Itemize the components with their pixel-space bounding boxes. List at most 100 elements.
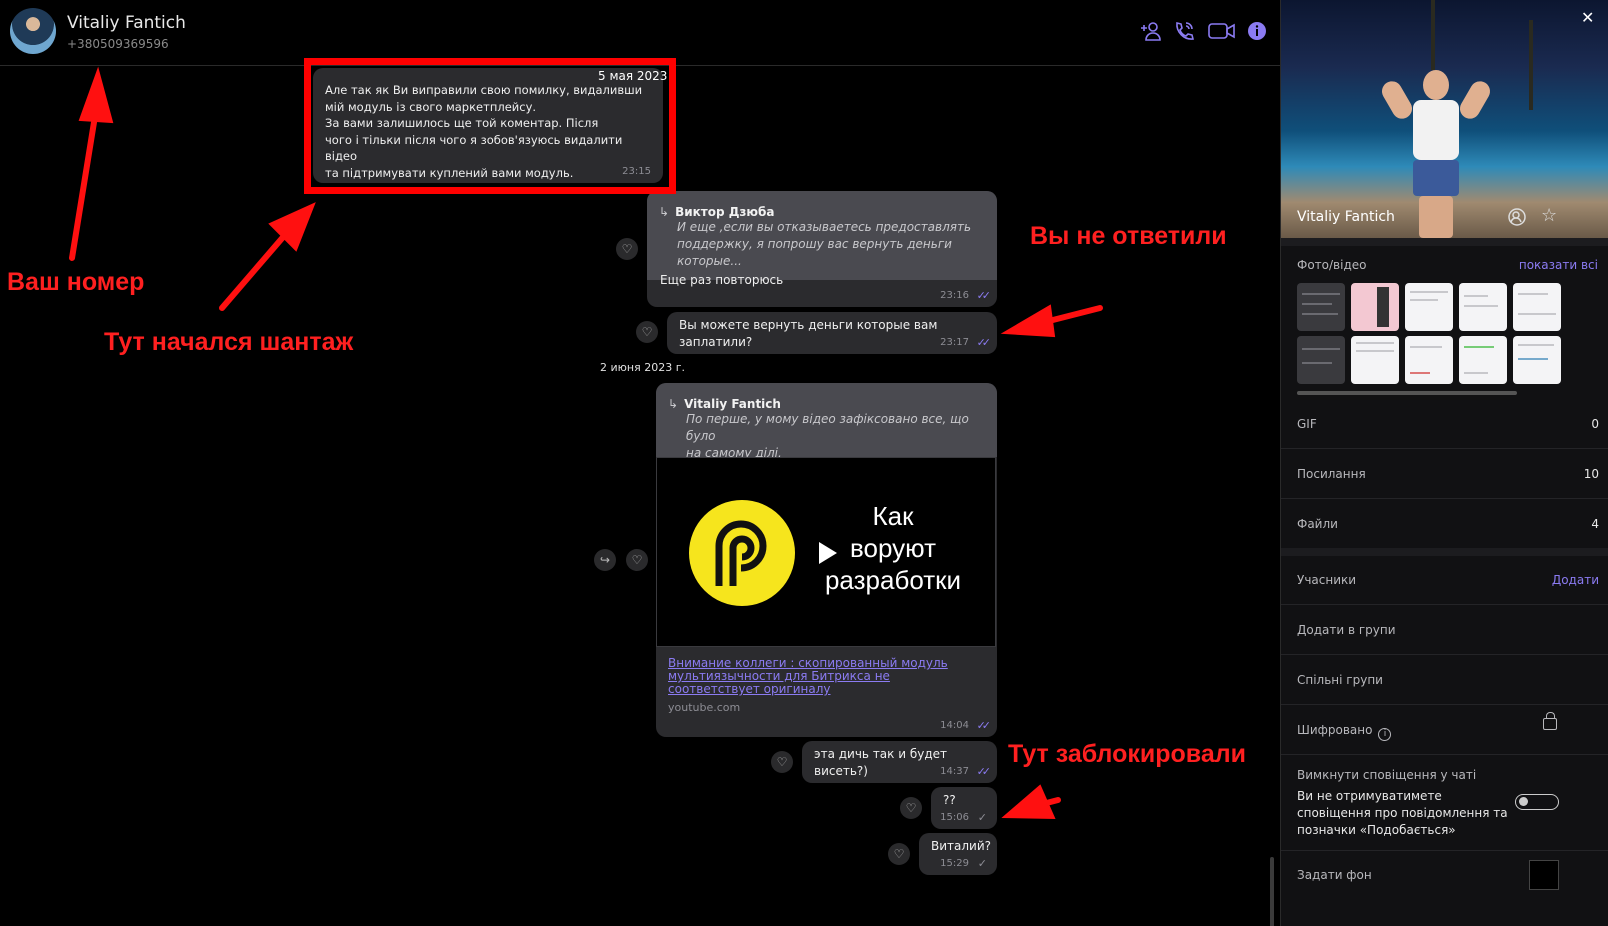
info-icon[interactable] (1244, 20, 1270, 46)
message-bubble[interactable]: Виталий? 15:29 ✓ (919, 833, 997, 875)
media-thumbnail[interactable] (1405, 336, 1453, 384)
heart-icon[interactable]: ♡ (771, 751, 793, 773)
channel-logo-icon (689, 500, 795, 606)
video-preview[interactable]: Как воруют разработки (656, 457, 996, 647)
forward-icon[interactable]: ↪ (594, 549, 616, 571)
avatar[interactable] (10, 8, 56, 54)
media-label: Фото/відео (1297, 258, 1367, 272)
media-thumbnail[interactable] (1405, 283, 1453, 331)
phone-icon[interactable] (1171, 20, 1197, 46)
message-time: 23:16 (940, 290, 969, 301)
links-row[interactable]: Посилання 10 (1281, 449, 1608, 499)
media-thumbnail[interactable] (1351, 283, 1399, 331)
person-figure (1378, 70, 1494, 238)
lock-icon (1543, 712, 1557, 730)
message-bubble[interactable]: ?? 15:06 ✓ (931, 787, 997, 829)
close-icon[interactable]: ✕ (1581, 8, 1594, 27)
mute-notifications-description: Ви не отримуватимете сповіщення про пові… (1297, 789, 1508, 837)
read-ticks-icon: ✓✓ (976, 289, 992, 302)
message-text: Еще раз повторюсь (660, 273, 784, 287)
contact-info-panel: ✕ Vitaliy Fantich ☆ Фото/відео показати … (1280, 0, 1608, 926)
read-ticks-icon: ✓✓ (976, 719, 992, 732)
message-text: ?? (943, 793, 956, 807)
media-thumbnail[interactable] (1351, 336, 1399, 384)
add-to-groups-label: Додати в групи (1297, 623, 1396, 637)
mute-notifications-title: Вимкнути сповіщення у чаті (1297, 768, 1477, 782)
chat-area[interactable]: Але так як Ви виправили свою помилку, ви… (0, 67, 1280, 926)
heart-icon[interactable]: ♡ (900, 797, 922, 819)
profile-name: Vitaliy Fantich (1297, 209, 1395, 225)
common-groups-label: Спільні групи (1297, 673, 1383, 687)
chat-scrollbar[interactable] (1270, 857, 1274, 926)
gif-label: GIF (1297, 417, 1317, 431)
reply-author: Виктор Дзюба (675, 205, 775, 219)
palm-tree (1529, 20, 1533, 110)
add-members-link[interactable]: Додати (1552, 573, 1599, 587)
annotation-no-answer: Вы не ответили (1030, 222, 1227, 250)
encryption-label: Шифровано i (1297, 723, 1392, 741)
highlight-box (304, 58, 676, 194)
members-label: Учасники (1297, 573, 1357, 587)
set-background-label[interactable]: Задати фон (1297, 868, 1372, 882)
media-thumbnail[interactable] (1459, 283, 1507, 331)
show-all-media-link[interactable]: показати всі (1519, 258, 1598, 272)
link-domain: youtube.com (668, 701, 741, 714)
divider (1281, 238, 1608, 246)
message-bubble[interactable]: эта дичь так и будет висеть?) 14:37 ✓✓ (802, 741, 997, 783)
mute-notifications-toggle[interactable] (1515, 794, 1559, 810)
video-camera-icon[interactable] (1206, 20, 1238, 46)
contact-name[interactable]: Vitaliy Fantich (67, 13, 186, 33)
links-label: Посилання (1297, 467, 1366, 481)
divider (1281, 850, 1608, 851)
chat-header: Vitaliy Fantich +380509369596 (0, 0, 1280, 66)
media-thumbnail[interactable] (1297, 283, 1345, 331)
message-text: эта дичь так и будет висеть?) (814, 747, 948, 778)
message-bubble[interactable]: Вы можете вернуть деньги которые вам зап… (667, 312, 997, 354)
reply-quote[interactable]: ↳ Vitaliy Fantich По перше, у мому відео … (656, 383, 997, 460)
heart-icon[interactable]: ♡ (616, 238, 638, 260)
annotation-blackmail: Тут начался шантаж (104, 328, 354, 356)
message-bubble[interactable]: ↳ Виктор Дзюба И еще ,если вы отказываете… (647, 191, 997, 307)
heart-icon[interactable]: ♡ (888, 843, 910, 865)
message-time: 14:37 (940, 766, 969, 777)
contact-phone: +380509369596 (67, 37, 169, 51)
files-label: Файли (1297, 517, 1338, 531)
background-swatch[interactable] (1529, 860, 1559, 890)
add-to-groups-row[interactable]: Додати в групи (1281, 605, 1608, 655)
reply-quote[interactable]: ↳ Виктор Дзюба И еще ,если вы отказываете… (647, 191, 997, 280)
media-thumbnail[interactable] (1459, 336, 1507, 384)
heart-icon[interactable]: ♡ (636, 321, 658, 343)
reply-text: По перше, у мому відео зафіксовано все, … (686, 412, 969, 460)
links-count: 10 (1583, 467, 1599, 481)
message-time: 15:29 (940, 858, 969, 869)
media-thumbnail[interactable] (1513, 283, 1561, 331)
date-separator: 2 июня 2023 г. (600, 361, 685, 374)
message-bubble[interactable]: ↳ Vitaliy Fantich По перше, у мому відео … (656, 383, 997, 737)
add-contact-icon[interactable] (1507, 207, 1527, 231)
sent-tick-icon: ✓ (977, 857, 987, 870)
media-scrollbar[interactable] (1297, 391, 1517, 395)
profile-photo[interactable]: ✕ Vitaliy Fantich ☆ (1281, 0, 1608, 238)
info-circle-icon[interactable]: i (1378, 728, 1392, 741)
files-count: 4 (1591, 517, 1599, 531)
message-time: 23:17 (940, 337, 969, 348)
heart-icon[interactable]: ♡ (626, 549, 648, 571)
add-user-icon[interactable] (1138, 20, 1164, 46)
reply-author: Vitaliy Fantich (684, 397, 781, 411)
link-title[interactable]: Внимание коллеги : скопированный модуль … (668, 657, 968, 696)
message-time: 15:06 (940, 812, 969, 823)
annotation-blocked: Тут заблокировали (1008, 740, 1246, 768)
media-thumbnail[interactable] (1513, 336, 1561, 384)
sent-tick-icon: ✓ (977, 811, 987, 824)
reply-arrow-icon: ↳ (659, 205, 670, 219)
palm-tree (1431, 0, 1435, 70)
files-row[interactable]: Файли 4 (1281, 499, 1608, 549)
encryption-row[interactable]: Шифровано i (1281, 705, 1608, 755)
star-icon[interactable]: ☆ (1541, 205, 1557, 226)
gif-row[interactable]: GIF 0 (1281, 399, 1608, 449)
reply-arrow-icon: ↳ (668, 397, 679, 411)
play-icon[interactable] (819, 542, 837, 564)
gif-count: 0 (1591, 417, 1599, 431)
common-groups-row[interactable]: Спільні групи (1281, 655, 1608, 705)
media-thumbnail[interactable] (1297, 336, 1345, 384)
